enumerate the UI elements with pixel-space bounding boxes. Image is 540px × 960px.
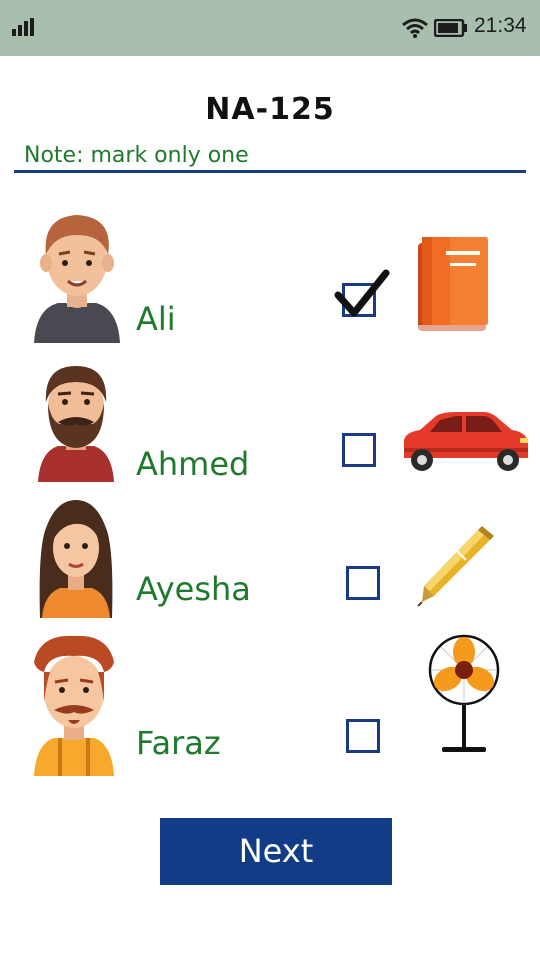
vote-checkbox-ahmed[interactable] — [342, 433, 376, 467]
avatar-faraz — [34, 635, 114, 776]
candidate-name: Faraz — [136, 724, 221, 762]
vote-checkbox-ayesha[interactable] — [346, 566, 380, 600]
candidate-name: Ayesha — [136, 570, 251, 608]
avatar-ali — [34, 215, 120, 343]
status-bar: 21:34 — [0, 0, 540, 56]
candidate-row-ayesha: Ayesha — [0, 498, 540, 628]
wifi-icon — [402, 18, 428, 38]
instruction-note: Note: mark only one — [24, 143, 249, 168]
clock: 21:34 — [474, 14, 527, 37]
battery-icon — [434, 19, 467, 37]
book-icon — [418, 237, 488, 331]
candidate-name: Ali — [136, 300, 176, 338]
checkmark-icon — [334, 269, 390, 317]
candidate-row-ahmed: Ahmed — [0, 360, 540, 490]
page-title: NA-125 — [205, 92, 335, 127]
candidate-row-faraz: Faraz — [0, 632, 540, 782]
candidate-row-ali: Ali — [0, 205, 540, 345]
signal-icon — [12, 18, 34, 36]
pen-icon — [417, 526, 494, 607]
vote-checkbox-faraz[interactable] — [346, 719, 380, 753]
candidate-name: Ahmed — [136, 445, 250, 483]
avatar-ayesha — [39, 500, 113, 618]
fan-icon — [428, 634, 500, 752]
divider — [14, 170, 526, 173]
car-icon — [404, 412, 528, 471]
avatar-ahmed — [38, 366, 114, 482]
next-button[interactable]: Next — [160, 818, 392, 885]
